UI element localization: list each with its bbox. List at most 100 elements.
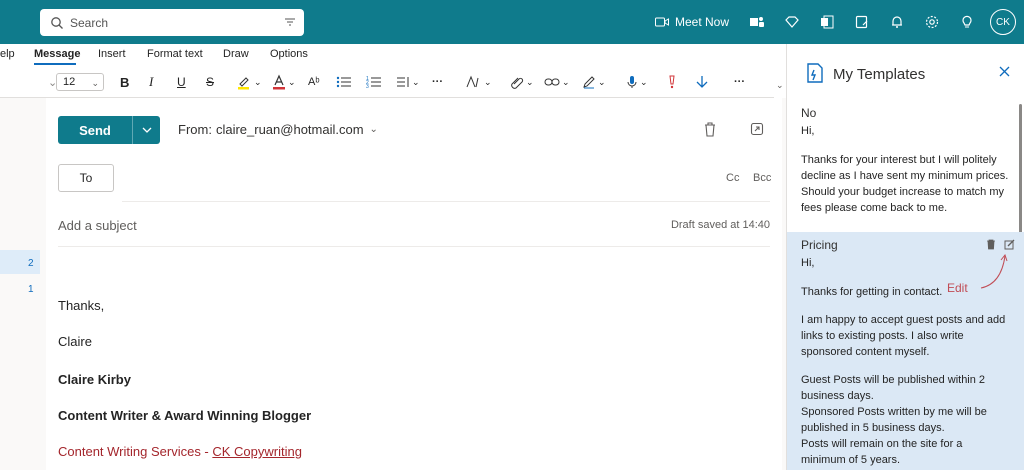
selected-row-highlight (0, 250, 40, 274)
exclamation-icon (669, 75, 675, 89)
send-button[interactable]: Send (58, 123, 132, 138)
tab-help[interactable]: elp (0, 48, 15, 60)
trash-icon[interactable] (986, 239, 996, 250)
formatting-toolbar: ⌄ 12 ⌄ B I U S ⌄ ⌄ Aᵇ 123 ⌄ ··· ⌄ ⌄ ⌄ ⌄ ⌄… (0, 66, 786, 98)
font-color-button[interactable]: ⌄ (272, 73, 296, 91)
italic-button[interactable]: I (149, 73, 153, 91)
body-line[interactable]: Claire (58, 334, 92, 349)
chevron-down-icon: ⌄ (91, 78, 99, 88)
search-icon (51, 16, 63, 29)
send-options-button[interactable] (133, 127, 160, 133)
template-line[interactable]: Should your budget increase to match my (801, 184, 1004, 200)
template-line[interactable]: I am happy to accept guest posts and add (801, 312, 1005, 328)
styles-button[interactable]: ⌄ (466, 73, 492, 91)
template-line[interactable]: Posts will remain on the site for a (801, 436, 962, 452)
align-button[interactable]: ⌄ (396, 73, 420, 91)
template-line[interactable]: Sponsored Posts written by me will be (801, 404, 987, 420)
notifications-button[interactable] (879, 0, 914, 44)
to-button[interactable]: To (58, 164, 114, 192)
pen-icon (583, 76, 595, 89)
tab-draw[interactable]: Draw (223, 48, 249, 60)
more-format-button[interactable]: ··· (432, 73, 443, 91)
close-icon[interactable] (999, 66, 1010, 77)
body-line[interactable]: Thanks, (58, 298, 104, 313)
template-name[interactable]: Pricing (801, 238, 838, 252)
template-line[interactable]: fees please come back to me. (801, 200, 947, 216)
template-line[interactable]: minimum of 5 years. (801, 452, 900, 468)
word-button[interactable] (809, 0, 844, 44)
template-greeting[interactable]: Hi, (801, 123, 814, 139)
from-selector[interactable]: From: claire_ruan@hotmail.com ⌄ (178, 122, 378, 137)
bcc-button[interactable]: Bcc (753, 172, 771, 184)
template-name[interactable]: No (801, 106, 816, 120)
gutter-number[interactable]: 1 (28, 284, 34, 295)
font-size-value: 12 (63, 76, 76, 88)
toolbar-expand[interactable]: ⌄ (774, 66, 786, 98)
teams-icon (749, 17, 764, 27)
template-greeting[interactable]: Hi, (801, 255, 814, 271)
teams-button[interactable] (739, 0, 774, 44)
meet-now-button[interactable]: Meet Now (654, 15, 729, 29)
template-intro[interactable]: Thanks for getting in contact. (801, 284, 942, 300)
cc-button[interactable]: Cc (726, 172, 739, 184)
search-box[interactable]: Search (40, 9, 304, 36)
template-line[interactable]: decline as I have sent my minimum prices… (801, 168, 1008, 184)
dictate-button[interactable]: ⌄ (626, 73, 648, 91)
template-line[interactable]: Guest Posts will be published within 2 (801, 372, 985, 388)
template-line[interactable]: business days. (801, 388, 874, 404)
chevron-down-icon (142, 127, 151, 133)
template-line[interactable]: links to existing posts. I also write (801, 328, 964, 344)
subject-underline (58, 246, 770, 247)
templates-icon (807, 63, 823, 83)
edit-icon[interactable] (1004, 239, 1015, 250)
compose-pane: Send From: claire_ruan@hotmail.com ⌄ To … (46, 98, 782, 470)
arrow-down-icon (696, 76, 708, 88)
template-line[interactable]: Thanks for your interest but I will poli… (801, 152, 997, 168)
signature-title[interactable]: Content Writer & Award Winning Blogger (58, 408, 311, 423)
bold-button[interactable]: B (120, 73, 129, 91)
notes-button[interactable] (844, 0, 879, 44)
underline-button[interactable]: U (177, 73, 186, 91)
avatar[interactable]: CK (990, 9, 1016, 35)
bullets-button[interactable] (336, 73, 352, 91)
template-line[interactable]: published in 5 business days. (801, 420, 945, 436)
edit-annotation: Edit (947, 281, 968, 295)
align-icon (397, 77, 409, 87)
importance-low-button[interactable] (696, 73, 708, 91)
ribbon-tabs: elp Message Insert Format text Draw Opti… (0, 44, 786, 66)
signature-button[interactable]: ⌄ (582, 73, 606, 91)
tab-message[interactable]: Message (34, 48, 80, 60)
numbered-list-icon: 123 (366, 76, 381, 89)
format-painter-button[interactable]: Aᵇ (308, 73, 320, 91)
search-placeholder: Search (70, 15, 109, 30)
template-line[interactable]: sponsored content myself. (801, 344, 929, 360)
attach-button[interactable]: ⌄ (510, 73, 534, 91)
gutter-number[interactable]: 2 (28, 258, 34, 269)
lightbulb-icon (961, 15, 972, 28)
chevron-down-icon: ⌄ (369, 124, 378, 135)
styles-icon (466, 75, 479, 88)
highlight-button[interactable]: ⌄ (236, 73, 262, 91)
signature-services: Content Writing Services - CK Copywritin… (58, 444, 302, 459)
font-size-select[interactable]: 12 ⌄ (56, 73, 104, 91)
diamond-icon (784, 16, 799, 28)
filter-icon[interactable] (284, 16, 296, 28)
importance-high-button[interactable] (668, 73, 676, 91)
diamond-button[interactable] (774, 0, 809, 44)
subject-input[interactable]: Add a subject (58, 218, 137, 233)
word-icon (820, 15, 833, 29)
tab-options[interactable]: Options (270, 48, 308, 60)
tab-insert[interactable]: Insert (98, 48, 126, 60)
numbering-button[interactable]: 123 (366, 73, 382, 91)
link-button[interactable]: ⌄ (544, 73, 570, 91)
services-link[interactable]: CK Copywriting (212, 444, 302, 459)
more-options-button[interactable]: ··· (734, 73, 745, 91)
discard-icon[interactable] (703, 122, 717, 137)
settings-button[interactable] (914, 0, 949, 44)
pop-out-icon[interactable] (750, 122, 764, 136)
strikethrough-button[interactable]: S (206, 73, 214, 91)
signature-name[interactable]: Claire Kirby (58, 372, 131, 387)
tab-format-text[interactable]: Format text (147, 48, 203, 60)
top-right-actions: Meet Now CK (654, 0, 1016, 44)
tips-button[interactable] (949, 0, 984, 44)
